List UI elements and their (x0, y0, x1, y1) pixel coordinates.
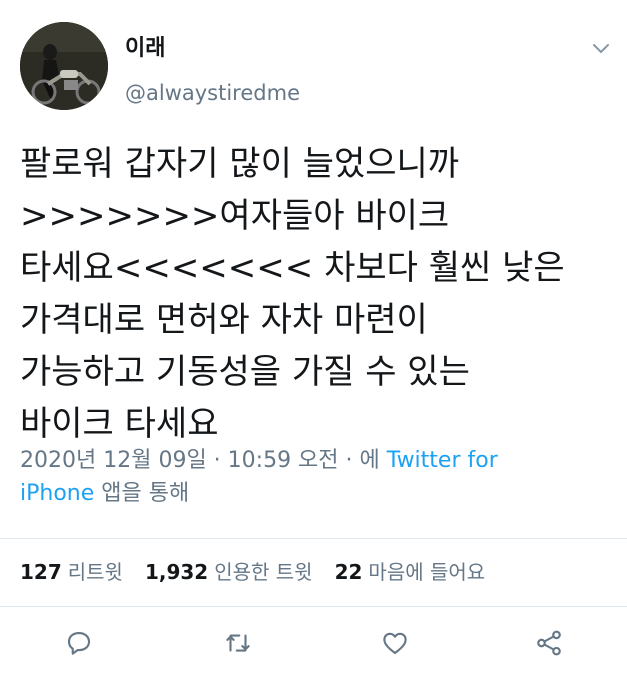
like-button[interactable] (380, 628, 410, 658)
chevron-down-icon[interactable] (589, 36, 613, 60)
retweet-button[interactable] (223, 628, 253, 658)
tweet-text-line: 바이크 타세요 (20, 404, 219, 444)
retweets-count: 127 (20, 560, 62, 584)
retweets-stat[interactable]: 127 리트윗 (20, 558, 123, 586)
tweet-meta: 2020년 12월 09일 · 10:59 오전 · 에 Twitter for… (20, 444, 610, 510)
tweet-text-line: 팔로워 갑자기 많이 늘었으니까 (20, 144, 460, 184)
share-button[interactable] (534, 628, 564, 658)
tweet-text-line: 가능하고 기동성을 가질 수 있는 (20, 352, 470, 392)
avatar-photo (20, 22, 108, 110)
tweet-text-line: 타세요<<<<<<< 차보다 훨씬 낮은 (20, 248, 565, 288)
likes-count: 22 (334, 560, 363, 584)
source-link[interactable]: Twitter for (387, 448, 498, 473)
reply-button[interactable] (64, 628, 94, 658)
tweet-text: 팔로워 갑자기 많이 늘었으니까 >>>>>>>여자들아 바이크 타세요<<<<… (20, 138, 615, 450)
avatar[interactable] (20, 22, 108, 110)
retweet-icon (226, 634, 250, 652)
quotes-count: 1,932 (144, 560, 209, 584)
display-name[interactable]: 이래 (125, 36, 165, 62)
tweet-text-line: >>>>>>>여자들아 바이크 (20, 196, 450, 236)
tweet-stats: 127 리트윗 1,932 인용한 트윗 22 마음에 들어요 (20, 558, 485, 586)
source-link-cont[interactable]: iPhone (20, 481, 94, 506)
divider (0, 606, 627, 607)
likes-stat[interactable]: 22 마음에 들어요 (335, 558, 486, 586)
reply-icon (67, 631, 91, 655)
share-icon (537, 630, 561, 656)
tweet-text-line: 가격대로 면허와 자차 마련이 (20, 300, 428, 340)
user-handle[interactable]: @alwaystiredme (125, 80, 300, 106)
retweets-label: 리트윗 (67, 560, 123, 584)
timestamp[interactable]: 2020년 12월 09일 · 10:59 오전 · 에 (20, 448, 380, 473)
quotes-label: 인용한 트윗 (214, 560, 313, 584)
source-suffix: 앱을 통해 (101, 481, 190, 506)
divider (0, 538, 627, 539)
quotes-stat[interactable]: 1,932 인용한 트윗 (145, 558, 313, 586)
likes-label: 마음에 들어요 (368, 560, 486, 584)
heart-icon (383, 632, 407, 655)
